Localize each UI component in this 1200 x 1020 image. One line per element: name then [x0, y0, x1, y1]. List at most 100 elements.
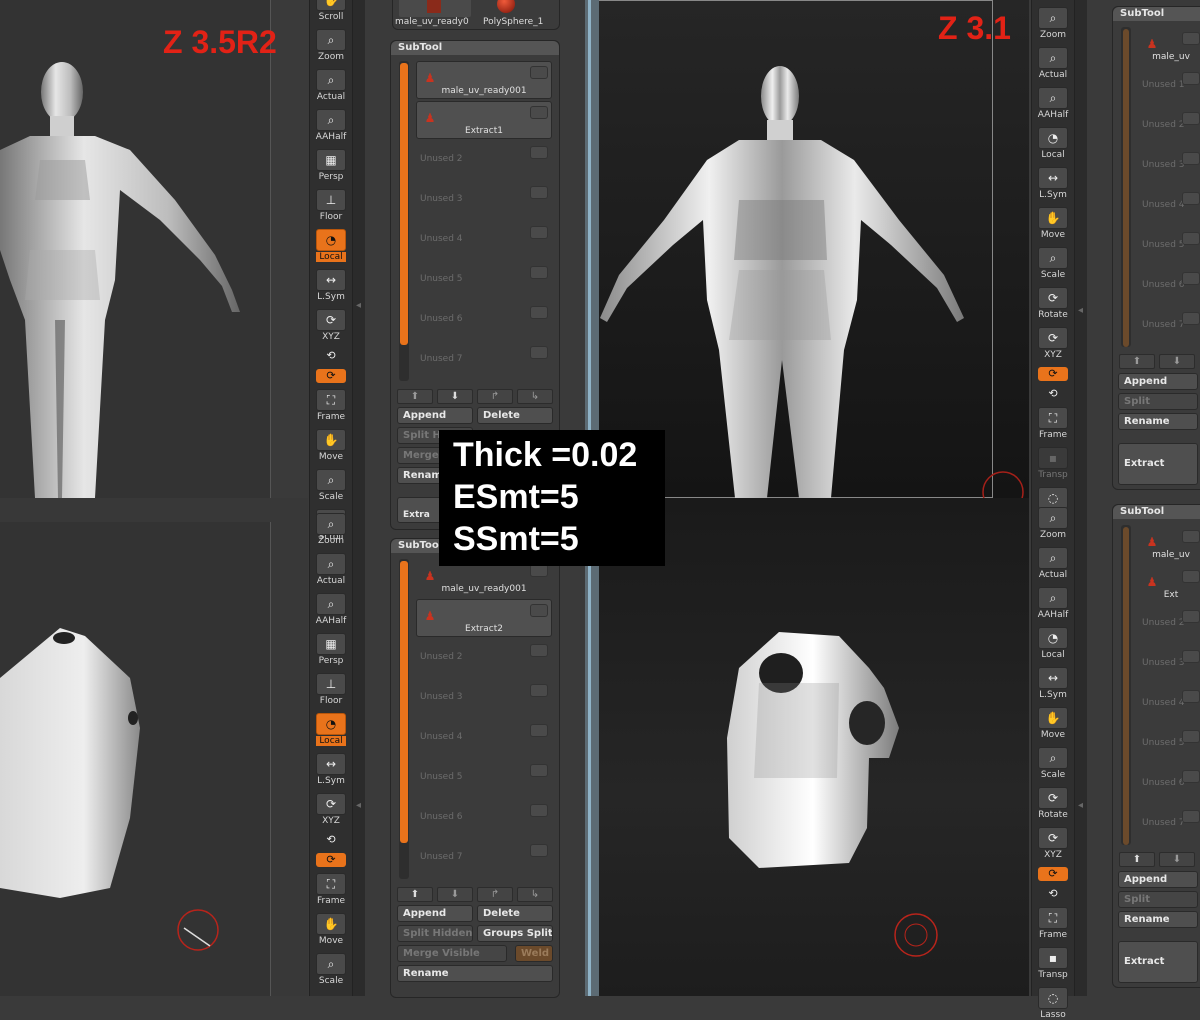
xyz-button[interactable]: ⟳ XYZ — [312, 306, 350, 342]
visibility-toggle-icon[interactable] — [1182, 72, 1200, 85]
subtool-slot[interactable]: Unused 7 — [1138, 307, 1200, 345]
move-button[interactable]: ✋ Move — [312, 426, 350, 462]
rename-button[interactable]: Rename — [1118, 413, 1198, 430]
subtool-slot[interactable]: ♟ male_uv_ready001 — [416, 61, 552, 99]
move-end-button[interactable]: ↳ — [517, 887, 553, 902]
move-end-button[interactable]: ↳ — [517, 389, 553, 404]
subtool-slot[interactable]: Unused 5 — [1138, 725, 1200, 763]
subtool-slot[interactable]: Unused 6 — [1138, 765, 1200, 803]
aahalf-button[interactable]: ⌕ AAHalf — [1034, 84, 1072, 120]
visibility-toggle-icon[interactable] — [530, 266, 548, 279]
rotate-y-button[interactable]: ⟳ — [1034, 864, 1072, 882]
split-button[interactable]: Split — [1118, 891, 1198, 908]
polysphere-thumbnail-icon[interactable] — [497, 0, 515, 13]
floor-button[interactable]: ⊥ Floor — [312, 670, 350, 706]
move-up-button[interactable]: ⬆ — [1119, 852, 1155, 867]
subtool-slot[interactable]: Unused 2 — [1138, 605, 1200, 643]
weld-button[interactable]: Weld — [515, 945, 553, 962]
append-button[interactable]: Append — [1118, 373, 1198, 390]
subtool-slot[interactable]: Unused 3 — [1138, 645, 1200, 683]
visibility-toggle-icon[interactable] — [530, 226, 548, 239]
visibility-toggle-icon[interactable] — [1182, 232, 1200, 245]
visibility-toggle-icon[interactable] — [1182, 690, 1200, 703]
visibility-toggle-icon[interactable] — [1182, 272, 1200, 285]
groups-split-button[interactable]: Groups Split — [477, 925, 553, 942]
subtool-slot[interactable]: Unused 6 — [1138, 267, 1200, 305]
subtool-slot[interactable]: ♟ Extract2 — [416, 599, 552, 637]
frame-button[interactable]: ⛶ Frame — [1034, 904, 1072, 940]
subtool-slot[interactable]: ♟ male_uv — [1138, 27, 1200, 65]
split-hidden-button[interactable]: Split Hidden — [397, 925, 473, 942]
append-button[interactable]: Append — [397, 407, 473, 424]
actual-button[interactable]: ⌕ Actual — [312, 550, 350, 586]
visibility-toggle-icon[interactable] — [530, 684, 548, 697]
subtool-title[interactable]: SubTool — [1113, 7, 1200, 21]
visibility-toggle-icon[interactable] — [1182, 530, 1200, 543]
tool-item-male[interactable]: male_uv_ready0 — [395, 17, 469, 27]
merge-visible-button[interactable]: Merge Visible — [397, 945, 507, 962]
move-button[interactable]: ✋ Move — [1034, 704, 1072, 740]
visibility-toggle-icon[interactable] — [530, 764, 548, 777]
subtool-slot[interactable]: Unused 3 — [1138, 147, 1200, 185]
visibility-toggle-icon[interactable] — [1182, 730, 1200, 743]
subtool-scrollbar[interactable] — [1123, 29, 1129, 347]
viewport-left-top[interactable] — [0, 0, 308, 498]
floor-button[interactable]: ⊥ Floor — [312, 186, 350, 222]
move-down-button[interactable]: ⬇ — [437, 887, 473, 902]
rotate-y-button[interactable]: ⟳ — [312, 366, 350, 384]
rotate-z-button[interactable]: ⟲ — [1034, 384, 1072, 402]
subtool-slot[interactable]: Unused 3 — [416, 679, 552, 717]
local-button[interactable]: ◔ Local — [312, 710, 350, 746]
tool-item-polysphere[interactable]: PolySphere_1 — [483, 17, 543, 27]
visibility-toggle-icon[interactable] — [1182, 312, 1200, 325]
scale-button[interactable]: ⌕ Scale — [1034, 744, 1072, 780]
move-right-button[interactable]: ↱ — [477, 389, 513, 404]
subtool-slot[interactable]: Unused 6 — [416, 799, 552, 837]
viewport-left-bottom[interactable] — [0, 498, 308, 996]
zoom-button[interactable]: ⌕ Zoom — [312, 26, 350, 62]
move-down-button[interactable]: ⬇ — [1159, 852, 1195, 867]
subtool-slot[interactable]: Unused 4 — [416, 719, 552, 757]
subtool-slot[interactable]: ♟ Ext — [1138, 565, 1200, 603]
subtool-title[interactable]: SubTool — [1113, 505, 1200, 519]
visibility-toggle-icon[interactable] — [1182, 32, 1200, 45]
persp-button[interactable]: ▦ Persp — [312, 630, 350, 666]
visibility-toggle-icon[interactable] — [530, 106, 548, 119]
move-up-button[interactable]: ⬆ — [397, 389, 433, 404]
subtool-slot[interactable]: Unused 2 — [416, 141, 552, 179]
transp-button[interactable]: ▪ Transp — [1034, 444, 1072, 480]
zoom-button[interactable]: ⌕ Zoom — [1034, 4, 1072, 40]
l-sym-button[interactable]: ↔ L.Sym — [1034, 664, 1072, 700]
visibility-toggle-icon[interactable] — [530, 306, 548, 319]
subtool-scrollbar[interactable] — [400, 561, 408, 843]
move-button[interactable]: ✋ Move — [312, 910, 350, 946]
subtool-slot[interactable]: Unused 5 — [1138, 227, 1200, 265]
visibility-toggle-icon[interactable] — [530, 844, 548, 857]
append-button[interactable]: Append — [1118, 871, 1198, 888]
rotate-button[interactable]: ⟳ Rotate — [1034, 284, 1072, 320]
subtool-slot[interactable]: Unused 2 — [416, 639, 552, 677]
subtool-slot[interactable]: Unused 7 — [416, 839, 552, 877]
rotate-z-button[interactable]: ⟲ — [312, 346, 350, 364]
move-down-button[interactable]: ⬇ — [437, 389, 473, 404]
actual-button[interactable]: ⌕ Actual — [1034, 544, 1072, 580]
l-sym-button[interactable]: ↔ L.Sym — [312, 750, 350, 786]
local-button[interactable]: ◔ Local — [1034, 624, 1072, 660]
subtool-slot[interactable]: Unused 3 — [416, 181, 552, 219]
aahalf-button[interactable]: ⌕ AAHalf — [1034, 584, 1072, 620]
visibility-toggle-icon[interactable] — [530, 804, 548, 817]
scale-button[interactable]: ⌕ Scale — [312, 466, 350, 502]
transp-button[interactable]: ▪ Transp — [1034, 944, 1072, 980]
append-button[interactable]: Append — [397, 905, 473, 922]
visibility-toggle-icon[interactable] — [530, 186, 548, 199]
frame-button[interactable]: ⛶ Frame — [312, 870, 350, 906]
actual-button[interactable]: ⌕ Actual — [1034, 44, 1072, 80]
delete-button[interactable]: Delete — [477, 905, 553, 922]
rename-button[interactable]: Rename — [1118, 911, 1198, 928]
subtool-slot[interactable]: ♟ Extract1 — [416, 101, 552, 139]
subtool-slot[interactable]: Unused 7 — [416, 341, 552, 379]
scale-button[interactable]: ⌕ Scale — [1034, 244, 1072, 280]
visibility-toggle-icon[interactable] — [1182, 152, 1200, 165]
subtool-slot[interactable]: Unused 4 — [1138, 187, 1200, 225]
subtool-slot[interactable]: Unused 1 — [1138, 67, 1200, 105]
